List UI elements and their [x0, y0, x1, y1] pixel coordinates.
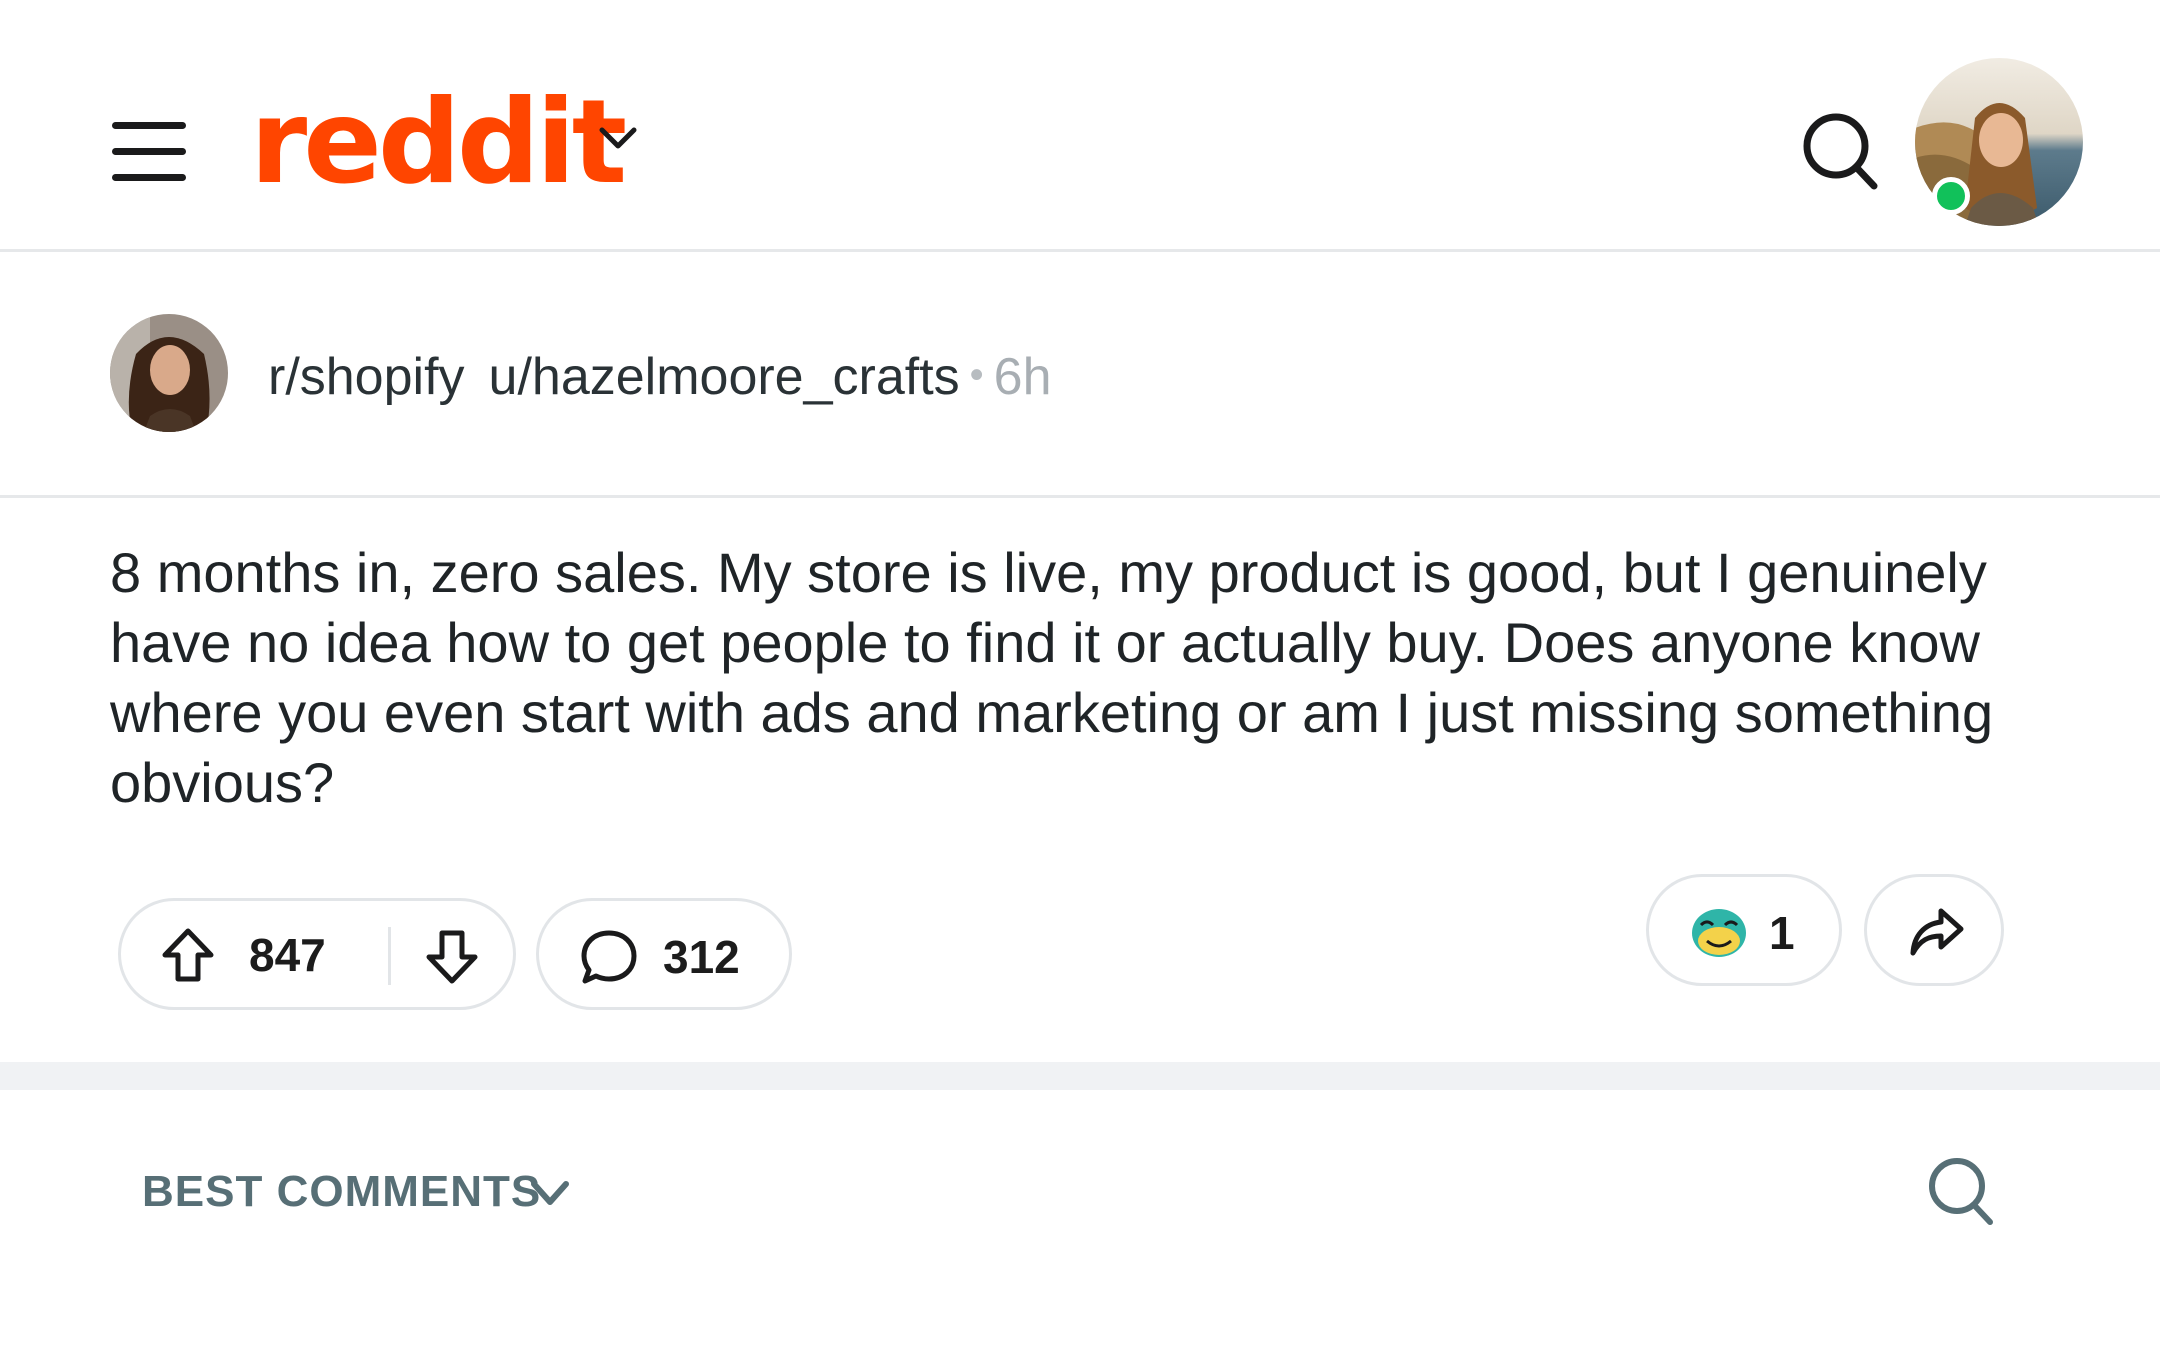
vote-score: 847: [249, 929, 326, 981]
section-divider: [0, 1062, 2160, 1090]
search-comments-icon[interactable]: [1926, 1154, 1996, 1228]
comment-count: 312: [663, 931, 740, 983]
award-button[interactable]: 1: [1646, 874, 1842, 986]
chevron-down-icon[interactable]: [592, 118, 644, 160]
comment-sort-dropdown[interactable]: BEST COMMENTS: [142, 1164, 541, 1220]
author-link[interactable]: u/hazelmoore_crafts: [489, 348, 960, 406]
share-icon: [1910, 908, 1964, 956]
share-button[interactable]: [1864, 874, 2004, 986]
chevron-down-icon[interactable]: [528, 1176, 572, 1212]
search-icon[interactable]: [1800, 108, 1880, 192]
upvote-icon[interactable]: [159, 925, 217, 985]
meta-separator: •: [969, 353, 984, 397]
comments-button[interactable]: 312: [536, 898, 792, 1010]
post-meta-text: r/shopify u/hazelmoore_crafts • 6h: [268, 340, 1052, 412]
comment-bubble-icon: [581, 930, 637, 984]
subreddit-link[interactable]: r/shopify: [268, 348, 465, 406]
post-meta: r/shopify u/hazelmoore_crafts • 6h: [0, 252, 2160, 498]
vote-control: 847: [118, 898, 516, 1010]
top-app-bar: reddit: [0, 0, 2160, 252]
user-avatar[interactable]: [1915, 58, 2083, 226]
reddit-logo[interactable]: reddit: [250, 78, 627, 208]
online-status-indicator: [1932, 177, 1970, 215]
post-age: 6h: [993, 348, 1052, 406]
post-title[interactable]: 8 months in, zero sales. My store is liv…: [110, 538, 2070, 818]
hamburger-menu-icon[interactable]: [112, 118, 186, 184]
author-avatar[interactable]: [110, 314, 228, 432]
award-icon: [1692, 909, 1746, 957]
vote-divider: [388, 927, 391, 985]
award-count: 1: [1769, 907, 1795, 959]
downvote-icon[interactable]: [423, 927, 481, 987]
